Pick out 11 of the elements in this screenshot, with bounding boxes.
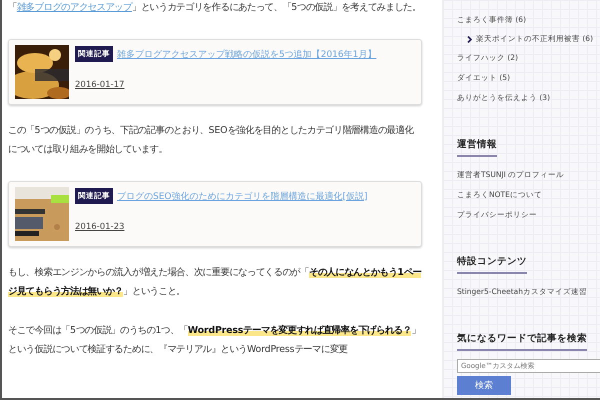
- post-date: 2016-01-17: [75, 80, 124, 90]
- paragraph: 「雑多ブログのアクセスアップ」というカテゴリを作るにあたって、「5つの仮説」を考えてみました。: [8, 1, 422, 15]
- widget-heading: 気になるワードで記事を検索: [457, 332, 587, 351]
- paragraph: この「5つの仮説」のうち、下記の記事のとおり、SEOを強化を目的としたカテゴリ階層構造の最適化については取り組みを開始しています。: [8, 124, 415, 157]
- chevron-icon: [467, 36, 472, 42]
- paragraph: もし、検索エンジンからの流入が増えた場合、次に重要になってくるのが「その人になんとかもう1ページ見てもらう方法は無いか？」ということ。: [8, 266, 422, 299]
- paragraph: そこで今回は「5つの仮説」のうちの1つ、「WordPressテーマを変更すれば直帰率を下げられる？」という仮説について検証するために、『マテリアル』というWordPressテーマに変更: [8, 324, 422, 357]
- post-date: 2016-01-23: [75, 222, 124, 232]
- widget-heading: 運営情報: [457, 138, 497, 157]
- search-button[interactable]: 検索: [457, 376, 511, 395]
- widget-heading: 特設コンテンツ: [457, 255, 527, 274]
